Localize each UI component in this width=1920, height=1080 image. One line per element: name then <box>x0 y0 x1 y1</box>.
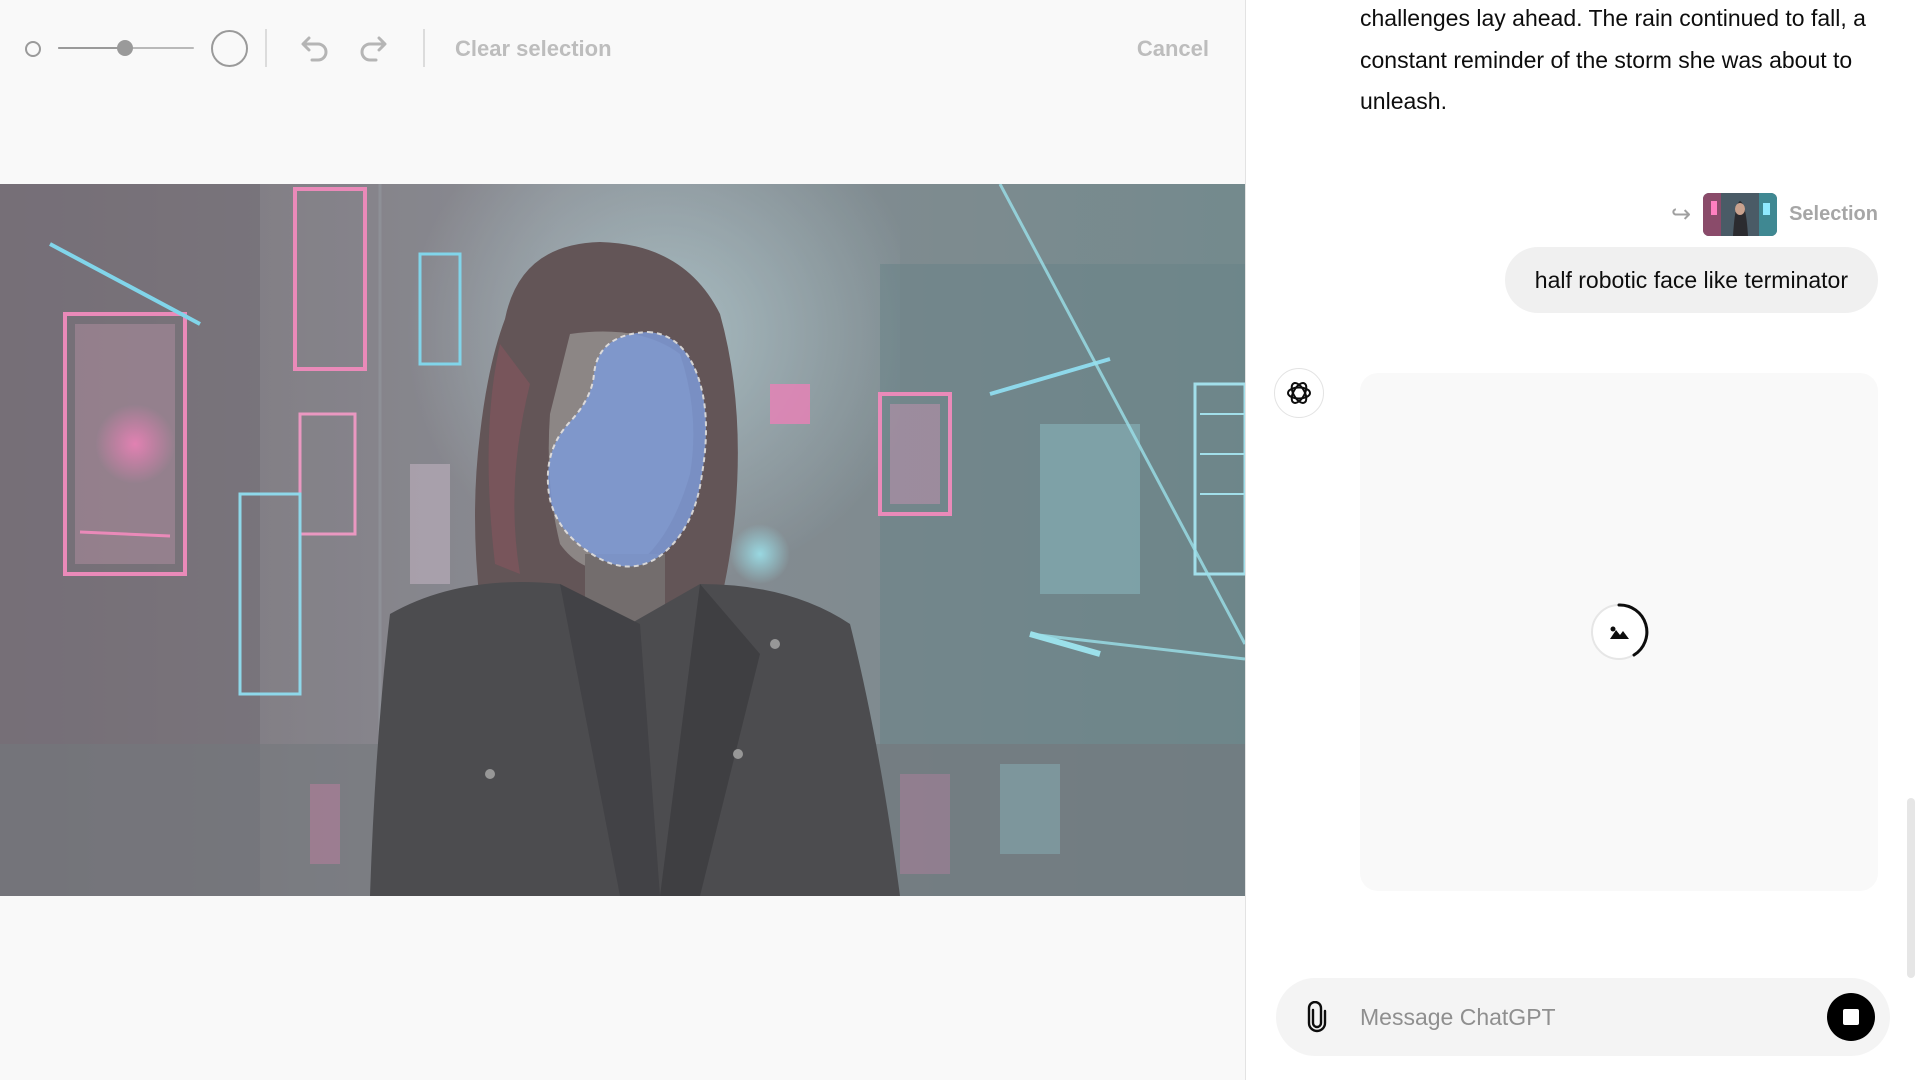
selection-thumbnail[interactable] <box>1703 192 1778 236</box>
message-composer <box>1276 978 1890 1056</box>
brush-size-large-icon[interactable] <box>211 30 248 67</box>
brush-size-small-icon[interactable] <box>25 41 41 57</box>
clear-selection-button[interactable]: Clear selection <box>455 36 612 62</box>
toolbar-divider <box>423 29 425 67</box>
assistant-message-text: challenges lay ahead. The rain continued… <box>1360 5 1866 114</box>
undo-icon[interactable] <box>296 30 332 66</box>
edit-image-canvas[interactable] <box>0 184 1245 896</box>
brush-size-slider-thumb[interactable] <box>117 40 133 56</box>
image-generation-placeholder <box>1360 373 1878 891</box>
toolbar-divider <box>265 29 267 67</box>
redo-icon[interactable] <box>356 30 392 66</box>
chat-scrollbar[interactable] <box>1907 798 1915 978</box>
brush-size-slider-fill <box>58 47 126 49</box>
user-message-text: half robotic face like terminator <box>1534 266 1848 293</box>
cancel-button[interactable]: Cancel <box>1137 36 1209 62</box>
user-message: half robotic face like terminator <box>1504 247 1878 313</box>
chat-pane: challenges lay ahead. The rain continued… <box>1246 0 1920 1080</box>
reply-arrow-icon: ↪ <box>1670 200 1692 228</box>
image-editor-pane: Clear selection Cancel <box>0 0 1245 1080</box>
paperclip-icon[interactable] <box>1298 998 1336 1036</box>
selection-reference: ↪ Selection <box>1671 192 1878 236</box>
image-spinner-icon <box>1589 602 1649 662</box>
stop-icon <box>1843 1009 1859 1025</box>
message-input[interactable] <box>1360 994 1800 1040</box>
openai-logo-icon <box>1274 368 1324 418</box>
stop-generating-button[interactable] <box>1827 993 1875 1041</box>
selection-label: Selection <box>1789 202 1878 225</box>
edit-toolbar: Clear selection Cancel <box>0 0 1245 96</box>
